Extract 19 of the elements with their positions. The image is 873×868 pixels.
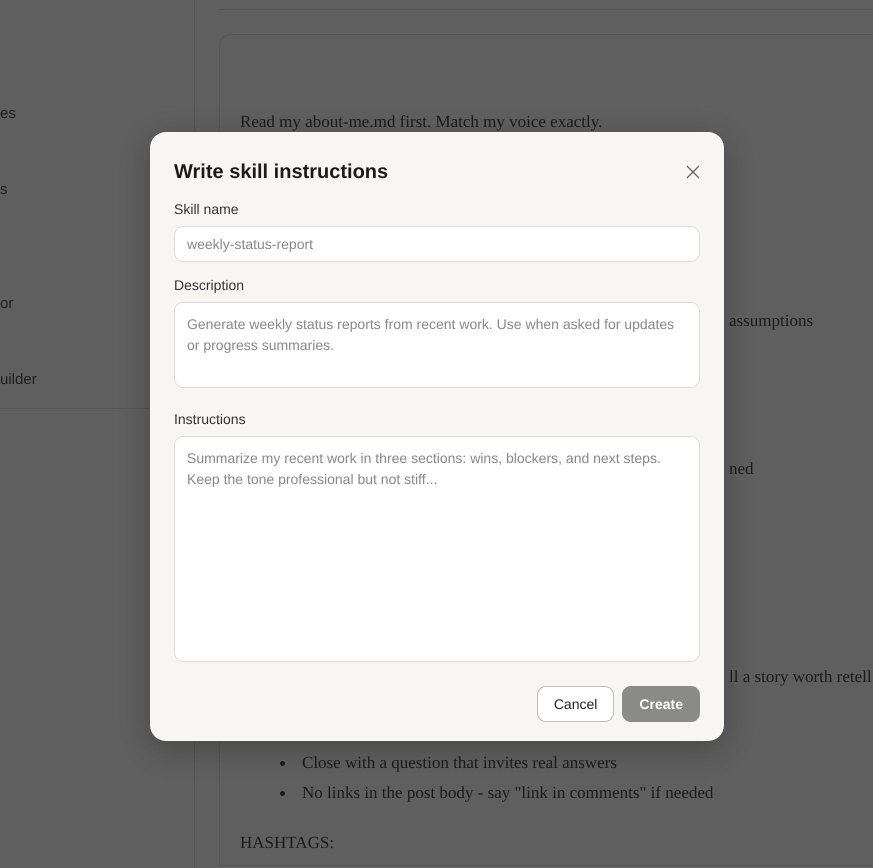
field-label: Description bbox=[174, 276, 246, 294]
cancel-button[interactable]: Cancel bbox=[536, 686, 614, 722]
list-item-text: Close with a question that invites real answers bbox=[302, 752, 617, 774]
document-text: HASHTAGS: bbox=[240, 833, 334, 852]
close-icon[interactable] bbox=[686, 165, 700, 179]
document-text: assumptions bbox=[729, 311, 814, 330]
dialog-title: Write skill instructions bbox=[174, 160, 388, 185]
document-text: ned bbox=[729, 459, 754, 478]
text-field[interactable]: weekly-status-report bbox=[174, 226, 700, 262]
list-item-text: No links in the post body - say "link in comments" if needed bbox=[302, 782, 714, 804]
bullet-icon bbox=[280, 761, 285, 766]
field-label: Instructions bbox=[174, 410, 247, 428]
bullet-icon bbox=[280, 791, 285, 796]
sidebar-item[interactable]: es bbox=[0, 103, 194, 125]
text-area[interactable]: Summarize my recent work in three sections: wins, blockers, and next steps. Keep the tone professional but not stiff... bbox=[174, 436, 700, 662]
document-text: ll a story worth retell bbox=[729, 667, 872, 686]
text-area[interactable]: Generate weekly status reports from recent work. Use when asked for updates or progress summaries. bbox=[174, 302, 700, 388]
field-label: Skill name bbox=[174, 200, 240, 218]
document-text: Read my about-me.md first. Match my voice exactly. bbox=[240, 112, 602, 131]
